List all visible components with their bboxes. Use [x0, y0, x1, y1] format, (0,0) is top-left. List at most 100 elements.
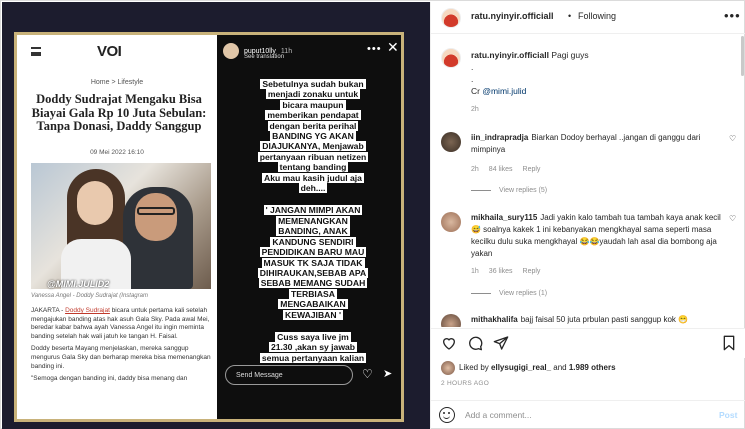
story-line: menjadi zonaku untuk	[265, 89, 361, 100]
story-line: DIHIRAUKAN,SEBAB APA	[257, 267, 369, 278]
caption-line: .	[471, 62, 474, 72]
bookmark-icon[interactable]	[721, 335, 737, 351]
post-time: 2 HOURS AGO	[441, 380, 490, 387]
story-line: pertanyaan ribuan netizen	[257, 151, 369, 162]
article-paragraph: JAKARTA - Doddy Sudrajat bicara untuk pe…	[31, 307, 210, 340]
avatar[interactable]	[441, 48, 461, 68]
following-button[interactable]: Following	[578, 11, 616, 21]
share-icon[interactable]	[493, 335, 509, 351]
story-line: 21.30 ,akan sy jawab	[268, 342, 358, 353]
story-line: tentang banding	[277, 162, 349, 173]
close-icon: ✕	[387, 39, 399, 55]
avatar[interactable]	[441, 361, 455, 375]
avatar[interactable]	[441, 132, 461, 152]
view-replies[interactable]: View replies (5)	[471, 187, 547, 194]
caption-text: Pagi guys	[551, 50, 589, 60]
comment-time: 1h	[471, 268, 479, 275]
comment-text: bajj faisal 50 juta prbulan pasti sanggu…	[520, 315, 689, 324]
story-line: SEBAB MEMANG SUDAH	[258, 278, 368, 289]
story-line: TERBIASA	[289, 288, 337, 299]
story-line: deh....	[298, 183, 328, 194]
story-line: KANDUNG SENDIRI	[270, 236, 356, 247]
story-line: semua pertanyaan kalian	[259, 352, 367, 363]
caption-username[interactable]: ratu.nyinyir.officiall	[471, 50, 549, 60]
likes-count[interactable]: 1.989 others	[569, 363, 616, 372]
photo-caption: Vanessa Angel - Doddy Sudrajat (Instagra…	[31, 293, 148, 299]
article-headline: Doddy Sudrajat Mengaku Bisa Biayai Gala …	[31, 92, 207, 133]
post-sidebar: ratu.nyinyir.officiall • Following ••• r…	[430, 2, 745, 429]
story-line: BANDING YG AKAN	[270, 131, 356, 142]
story-text: Sebetulnya sudah bukan menjadi zonaku unt…	[231, 79, 395, 363]
story-line: ' JANGAN MIMPI AKAN	[263, 205, 363, 216]
separator-dot: •	[568, 11, 572, 21]
comment-icon[interactable]	[467, 335, 483, 351]
comment-username[interactable]: mikhaila_sury115	[471, 213, 537, 222]
like-comment-icon[interactable]: ♡	[729, 214, 736, 223]
scrollbar[interactable]	[741, 36, 744, 76]
caption-time: 2h	[471, 106, 479, 113]
reply-button[interactable]: Reply	[523, 166, 541, 173]
story-line: Sebetulnya sudah bukan	[260, 79, 366, 89]
story-line: PENDIDIKAN BARU MAU	[259, 247, 367, 258]
caption-credit: Cr @mimi.julid	[471, 86, 527, 96]
more-icon: •••	[367, 43, 382, 55]
article-link: Doddy Sudrajat	[65, 307, 110, 314]
post-caption: ratu.nyinyir.officiall Pagi guys . . Cr …	[441, 48, 736, 118]
mention-link[interactable]: @mimi.julid	[482, 86, 526, 96]
reply-button[interactable]: Reply	[523, 268, 541, 275]
article-date: 09 Mei 2022 16:10	[90, 149, 144, 156]
send-icon: ➤	[383, 368, 393, 380]
comment: iin_indrapradja Biarkan Dodoy berhayal ..…	[441, 132, 736, 198]
avatar[interactable]	[441, 314, 461, 327]
story-line: DIAJUKANYA, Menjawab	[260, 141, 366, 152]
post-header: ratu.nyinyir.officiall • Following •••	[431, 2, 745, 34]
avatar	[223, 43, 239, 59]
instagram-story: puput10lly 11h See translation ••• ✕ Seb…	[217, 35, 401, 419]
header-username[interactable]: ratu.nyinyir.officiall	[471, 11, 554, 21]
news-article: VOI Home > Lifestyle Doddy Sudrajat Meng…	[17, 35, 217, 419]
comment-meta: 1h 36 likes Reply	[471, 268, 550, 275]
story-line: dengan berita perihal	[267, 120, 359, 131]
hamburger-menu-icon	[31, 47, 41, 56]
article-paragraph: "Semoga dengan banding ini, daddy bisa m…	[31, 375, 188, 383]
comment-meta: 2h 84 likes Reply	[471, 166, 550, 173]
view-replies[interactable]: View replies (1)	[471, 290, 547, 297]
avatar[interactable]	[441, 212, 461, 232]
breadcrumb: Home > Lifestyle	[90, 79, 144, 86]
heart-icon[interactable]	[441, 335, 457, 351]
instagram-post: VOI Home > Lifestyle Doddy Sudrajat Meng…	[0, 0, 745, 429]
comment: mithakhalifa bajj faisal 50 juta prbulan …	[441, 314, 736, 327]
liked-by-user[interactable]: ellysugigi_real_	[491, 363, 551, 372]
site-logo: VOI	[97, 43, 122, 60]
more-options-icon[interactable]: •••	[724, 8, 741, 23]
caption-line: .	[471, 74, 474, 84]
story-line: BANDING, ANAK	[276, 226, 350, 237]
story-line: MENGABAIKAN	[278, 299, 348, 310]
comment-input[interactable]: Add a comment...	[465, 410, 532, 420]
see-translation: See translation	[244, 54, 285, 60]
comment-time: 2h	[471, 166, 479, 173]
story-line: MASUK TK SAJA TIDAK	[261, 257, 365, 268]
emoji-icon[interactable]	[439, 407, 455, 423]
heart-icon: ♡	[362, 367, 373, 381]
story-line: MEMENANGKAN	[276, 215, 350, 226]
comment-likes[interactable]: 36 likes	[489, 268, 513, 275]
story-line: KEWAJIBAN '	[283, 309, 343, 320]
comment-username[interactable]: mithakhalifa	[471, 315, 518, 324]
send-message-field: Send Message	[225, 365, 353, 385]
photo-watermark: @MIMI.JULID2	[47, 279, 110, 289]
post-actions	[431, 328, 745, 358]
article-photo: @MIMI.JULID2	[31, 163, 211, 289]
story-line: Cuss saya live jm	[275, 331, 351, 342]
avatar[interactable]	[441, 8, 461, 28]
comment-likes[interactable]: 84 likes	[489, 166, 513, 173]
article-body: JAKARTA - Doddy Sudrajat bicara untuk pe…	[31, 307, 211, 388]
post-media[interactable]: VOI Home > Lifestyle Doddy Sudrajat Meng…	[2, 2, 430, 429]
comment-username[interactable]: iin_indrapradja	[471, 133, 528, 142]
article-paragraph: Doddy beserta Mayang menjelaskan, mereka…	[31, 345, 211, 370]
post-button[interactable]: Post	[719, 410, 737, 420]
like-comment-icon[interactable]: ♡	[729, 134, 736, 143]
comment: mikhaila_sury115 Jadi yakin kalo tambah t…	[441, 212, 736, 302]
add-comment-bar: Add a comment... Post	[431, 400, 745, 429]
likes-summary: Liked by ellysugigi_real_ and 1.989 othe…	[441, 361, 616, 375]
